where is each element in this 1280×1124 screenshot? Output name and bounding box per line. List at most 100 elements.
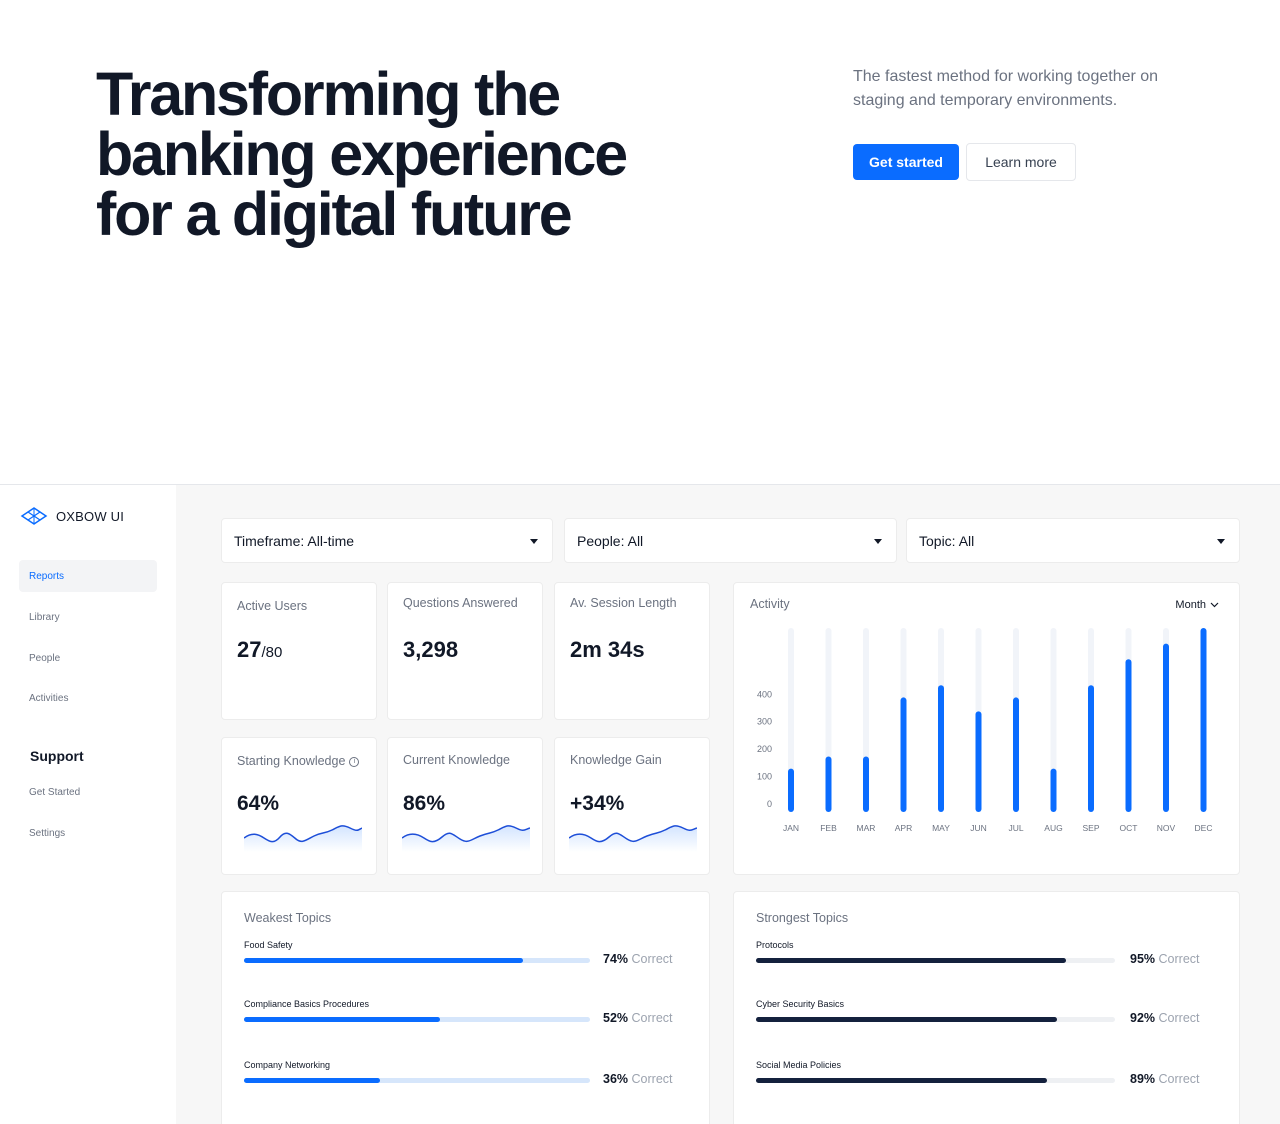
percent-correct: 74% Correct [603,952,673,966]
bar-nov[interactable] [1163,643,1169,812]
session-length-card: Av. Session Length 2m 34s [554,582,710,720]
topic-name: Company Networking [244,1060,331,1070]
x-tick-label: SEP [1082,823,1099,833]
bar-aug[interactable] [1050,768,1057,812]
x-tick-label: AUG [1044,823,1062,833]
bar-jun[interactable] [975,711,982,812]
timeframe-select[interactable]: Timeframe: All-time [221,518,553,563]
y-tick-label: 400 [757,689,772,699]
percent-suffix: Correct [1158,1072,1200,1086]
percent-value: 95% [1130,952,1156,966]
knowledge-gain-card: Knowledge Gain +34% [554,737,710,875]
questions-answered-card: Questions Answered 3,298 [387,582,543,720]
percent-suffix: Correct [1158,1011,1200,1025]
topic-select[interactable]: Topic: All [906,518,1240,563]
logo[interactable]: OXBOW UI [20,507,124,525]
sidebar-item-reports[interactable]: Reports [19,560,157,592]
sidebar-item-activities[interactable]: Activities [19,682,157,714]
stat-value: +34% [570,792,625,815]
stat-label: Current Knowledge [403,753,511,767]
percent-suffix: Correct [631,1072,673,1086]
bar-feb[interactable] [825,756,832,812]
stat-value: 3,298 [403,637,459,662]
x-tick-label: MAY [932,823,950,833]
bar-apr[interactable] [900,697,907,812]
x-tick-label: MAR [857,823,876,833]
weakest-topics-title: Weakest Topics [244,911,332,925]
period-select-label: Month [1175,599,1206,611]
percent-correct: 95% Correct [1130,952,1200,966]
learn-more-button[interactable]: Learn more [966,143,1076,181]
sparkline [244,825,362,852]
brand-name: OXBOW UI [56,508,125,524]
topic-row: Food Safety 74% Correct [244,940,694,980]
bar-jul[interactable] [1013,697,1019,812]
progress-fill [244,1017,441,1022]
hero-subtitle: The fastest method for working together … [853,68,1159,109]
progress-fill [756,1017,1057,1022]
sidebar-item-get-started[interactable]: Get Started [19,776,157,808]
progress-fill [756,958,1067,963]
sidebar-item-settings[interactable]: Settings [19,817,157,849]
strongest-topics-card: Strongest Topics Protocols 95% Correct Cyb… [733,891,1240,1124]
stat-value: 64% [237,792,280,815]
stat-label: Av. Session Length [570,596,677,610]
dashboard-app: OXBOW UI Reports Library People Activiti… [0,484,1280,1124]
stat-value: 27/80 [237,637,283,662]
sidebar-item-people[interactable]: People [19,642,157,674]
bar-oct[interactable] [1125,659,1132,812]
x-tick-label: APR [895,823,912,833]
people-select[interactable]: People: All [564,518,897,563]
x-tick-label: JAN [783,823,799,833]
topic-name: Compliance Basics Procedures [244,999,370,1009]
topic-row: Company Networking 36% Correct [244,1060,694,1100]
bar-sep[interactable] [1088,685,1094,812]
caret-down-icon [1217,539,1225,544]
x-tick-label: NOV [1157,823,1176,833]
period-select[interactable]: Month [1175,599,1219,611]
percent-suffix: Correct [631,1011,673,1025]
starting-knowledge-card: Starting Knowledge i 64% [221,737,377,875]
hero-section: Transforming the banking experience for … [0,0,1280,485]
bar-mar[interactable] [863,756,869,812]
topic-name: Protocols [756,940,794,950]
topic-name: Cyber Security Basics [756,999,845,1009]
get-started-button[interactable]: Get started [853,144,959,180]
sparkline [569,825,697,852]
y-tick-label: 300 [757,717,772,727]
bar-dec[interactable] [1200,628,1207,812]
percent-correct: 36% Correct [603,1072,673,1086]
percent-suffix: Correct [631,952,673,966]
bar-may[interactable] [938,685,944,812]
progress-track [244,1017,590,1022]
progress-fill [244,958,524,963]
bar-jan[interactable] [788,768,794,812]
progress-track [756,958,1115,963]
support-heading: Support [30,748,84,764]
strongest-topics-title: Strongest Topics [756,911,849,925]
activity-title: Activity [750,597,790,611]
topic-row: Social Media Policies 89% Correct [756,1060,1206,1100]
y-tick-label: 100 [757,772,772,782]
logo-icon [20,507,48,525]
sidebar-item-library[interactable]: Library [19,601,157,633]
x-tick-label: JUL [1008,823,1023,833]
weakest-topics-card: Weakest Topics Food Safety 74% Correct Com… [221,891,710,1124]
stat-label: Knowledge Gain [570,753,662,767]
y-tick-label: 0 [767,799,772,809]
percent-value: 74% [603,952,629,966]
topic-row: Compliance Basics Procedures 52% Correct [244,999,694,1039]
info-icon[interactable]: i [349,756,360,767]
caret-down-icon [874,539,882,544]
people-select-label: People: All [577,532,644,549]
percent-suffix: Correct [1158,952,1200,966]
topic-row: Protocols 95% Correct [756,940,1206,980]
stat-value: 86% [403,792,446,815]
sidebar: OXBOW UI Reports Library People Activiti… [0,485,176,1124]
stat-label: Starting Knowledge i [237,754,360,768]
x-tick-label: OCT [1120,823,1138,833]
stat-value: 2m 34s [570,637,645,662]
percent-correct: 89% Correct [1130,1072,1200,1086]
progress-track [756,1017,1115,1022]
stat-label: Active Users [237,599,308,613]
